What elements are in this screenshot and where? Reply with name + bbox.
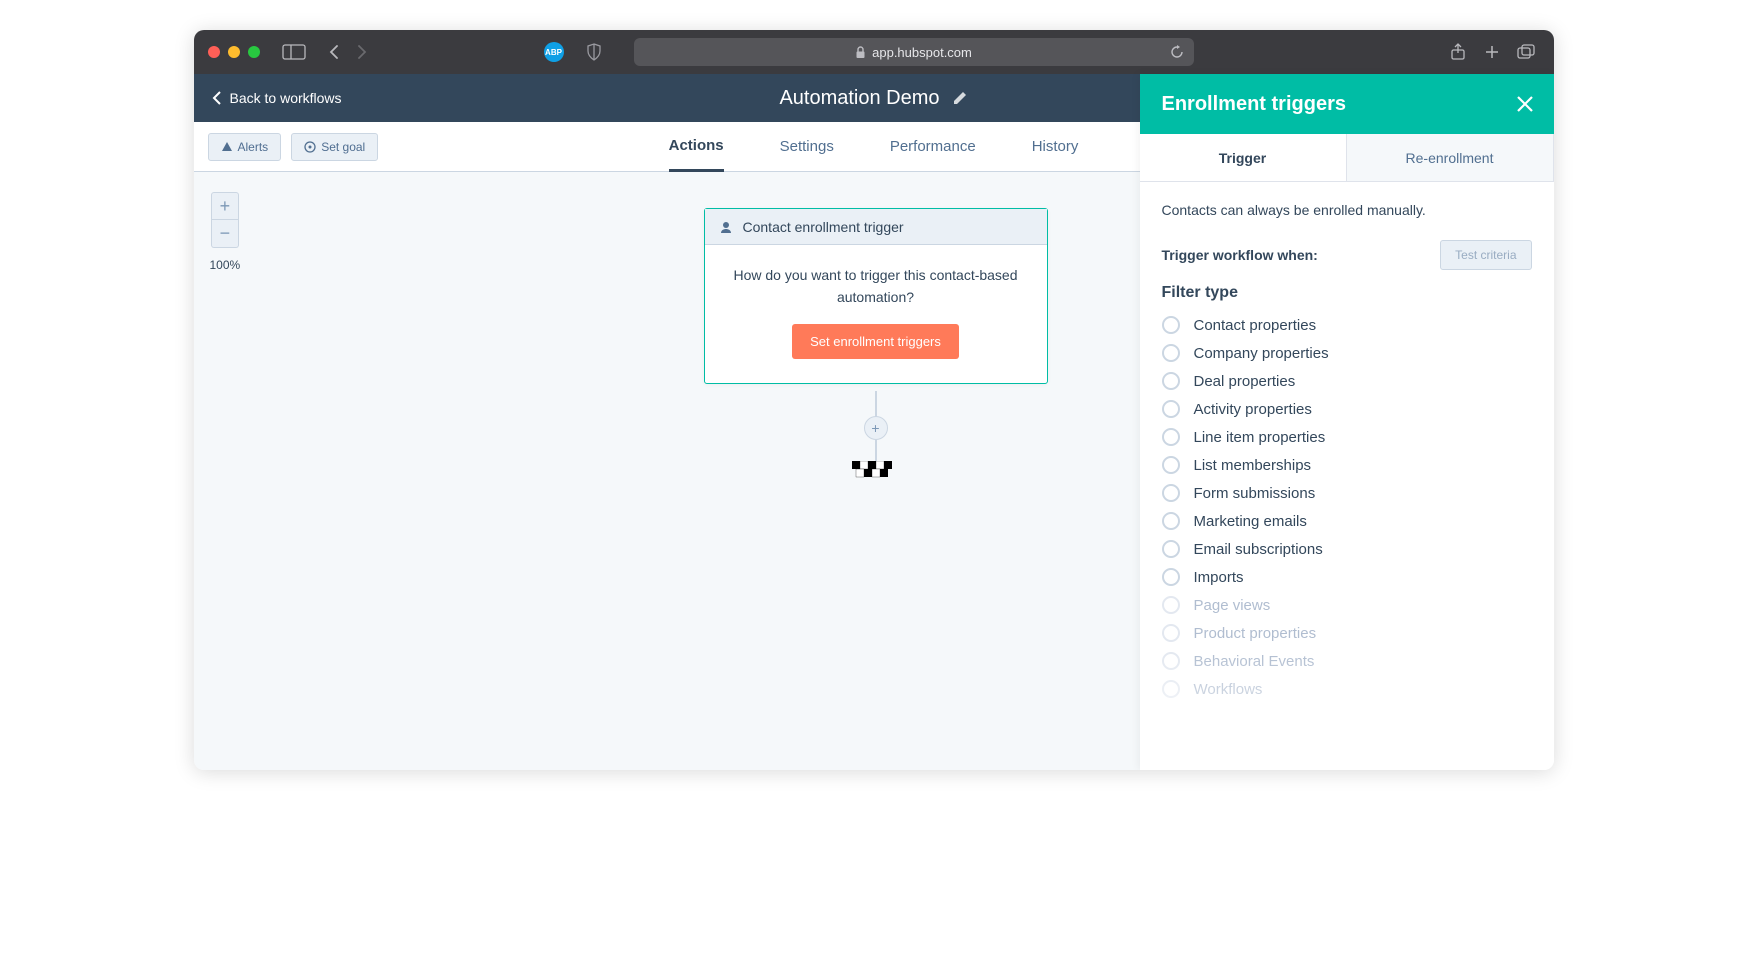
radio-icon [1162, 316, 1180, 334]
back-label: Back to workflows [230, 90, 342, 106]
trigger-card-title: Contact enrollment trigger [743, 219, 904, 235]
close-window-icon[interactable] [208, 46, 220, 58]
back-to-workflows-link[interactable]: Back to workflows [212, 90, 342, 106]
set-goal-label: Set goal [321, 140, 365, 154]
manual-enroll-note: Contacts can always be enrolled manually… [1162, 202, 1532, 218]
contact-icon [719, 220, 733, 234]
filter-option[interactable]: Email subscriptions [1162, 540, 1532, 558]
filter-option-label: Contact properties [1194, 317, 1317, 334]
sidepanel-tabs: Trigger Re-enrollment [1140, 134, 1554, 182]
radio-icon [1162, 624, 1180, 642]
maximize-window-icon[interactable] [248, 46, 260, 58]
tab-performance[interactable]: Performance [890, 122, 976, 172]
radio-icon [1162, 372, 1180, 390]
filter-option[interactable]: Activity properties [1162, 400, 1532, 418]
filter-type-heading: Filter type [1162, 284, 1532, 302]
sidepanel-tab-reenrollment[interactable]: Re-enrollment [1347, 134, 1554, 181]
nav-forward-icon [348, 38, 376, 66]
filter-option-label: Form submissions [1194, 485, 1316, 502]
set-goal-button[interactable]: Set goal [291, 133, 378, 161]
enrollment-trigger-card[interactable]: Contact enrollment trigger How do you wa… [704, 208, 1048, 384]
finish-flag-icon [852, 461, 900, 479]
tab-history[interactable]: History [1032, 122, 1079, 172]
radio-icon [1162, 596, 1180, 614]
radio-icon [1162, 680, 1180, 698]
filter-option-label: Deal properties [1194, 373, 1296, 390]
url-text: app.hubspot.com [872, 45, 972, 60]
filter-option-label: Workflows [1194, 681, 1263, 698]
radio-icon [1162, 568, 1180, 586]
filter-option[interactable]: Deal properties [1162, 372, 1532, 390]
enrollment-triggers-panel: Enrollment triggers Trigger Re-enrollmen… [1140, 74, 1554, 770]
filter-option-label: Product properties [1194, 625, 1317, 642]
trigger-when-label: Trigger workflow when: [1162, 247, 1318, 263]
filter-option[interactable]: Form submissions [1162, 484, 1532, 502]
tab-settings[interactable]: Settings [780, 122, 834, 172]
radio-icon [1162, 540, 1180, 558]
close-panel-icon[interactable] [1516, 95, 1534, 113]
filter-option[interactable]: Imports [1162, 568, 1532, 586]
tabs-overview-icon[interactable] [1512, 38, 1540, 66]
tab-actions[interactable]: Actions [669, 122, 724, 172]
add-action-button[interactable]: + [864, 416, 888, 440]
filter-option-label: Email subscriptions [1194, 541, 1323, 558]
filter-option-label: Line item properties [1194, 429, 1326, 446]
filter-option-label: Activity properties [1194, 401, 1312, 418]
alerts-label: Alerts [238, 140, 269, 154]
filter-option-label: Marketing emails [1194, 513, 1307, 530]
new-tab-icon[interactable] [1478, 38, 1506, 66]
sidepanel-header: Enrollment triggers [1140, 74, 1554, 134]
filter-option[interactable]: Workflows [1162, 680, 1532, 698]
sidebar-toggle[interactable] [282, 44, 306, 60]
filter-option[interactable]: Marketing emails [1162, 512, 1532, 530]
traffic-lights [208, 46, 260, 58]
reload-icon[interactable] [1170, 45, 1184, 59]
sidepanel-title: Enrollment triggers [1162, 93, 1346, 116]
filter-option[interactable]: Product properties [1162, 624, 1532, 642]
privacy-shield-icon[interactable] [580, 38, 608, 66]
trigger-card-header: Contact enrollment trigger [705, 209, 1047, 245]
target-icon [304, 141, 316, 153]
filter-option[interactable]: Line item properties [1162, 428, 1532, 446]
test-criteria-button[interactable]: Test criteria [1440, 240, 1531, 270]
filter-option-label: Imports [1194, 569, 1244, 586]
radio-icon [1162, 484, 1180, 502]
filter-type-list: Contact properties Company properties Deal… [1162, 316, 1532, 698]
radio-icon [1162, 344, 1180, 362]
filter-option[interactable]: Contact properties [1162, 316, 1532, 334]
filter-option[interactable]: Company properties [1162, 344, 1532, 362]
filter-option-label: Behavioral Events [1194, 653, 1315, 670]
sidepanel-tab-trigger[interactable]: Trigger [1140, 134, 1347, 181]
zoom-in-button[interactable]: + [211, 192, 239, 220]
trigger-card-body: How do you want to trigger this contact-… [705, 245, 1047, 383]
trigger-card-question: How do you want to trigger this contact-… [729, 265, 1023, 308]
filter-option-label: Page views [1194, 597, 1271, 614]
alerts-button[interactable]: Alerts [208, 133, 282, 161]
share-icon[interactable] [1444, 38, 1472, 66]
lock-icon [855, 46, 866, 59]
radio-icon [1162, 428, 1180, 446]
filter-option-label: Company properties [1194, 345, 1329, 362]
abp-extension-icon[interactable]: ABP [544, 42, 564, 62]
filter-option[interactable]: Page views [1162, 596, 1532, 614]
minimize-window-icon[interactable] [228, 46, 240, 58]
filter-option[interactable]: List memberships [1162, 456, 1532, 474]
radio-icon [1162, 400, 1180, 418]
browser-chrome: ABP app.hubspot.com [194, 30, 1554, 74]
filter-option[interactable]: Behavioral Events [1162, 652, 1532, 670]
radio-icon [1162, 512, 1180, 530]
address-bar[interactable]: app.hubspot.com [634, 38, 1194, 66]
set-enrollment-triggers-button[interactable]: Set enrollment triggers [792, 324, 959, 359]
alert-icon [221, 141, 233, 153]
zoom-level: 100% [210, 258, 241, 272]
zoom-out-button[interactable]: − [211, 220, 239, 248]
radio-icon [1162, 652, 1180, 670]
zoom-controls: + − 100% [210, 192, 241, 272]
filter-option-label: List memberships [1194, 457, 1312, 474]
radio-icon [1162, 456, 1180, 474]
nav-back-icon[interactable] [320, 38, 348, 66]
browser-window: ABP app.hubspot.com Back to wo [194, 30, 1554, 770]
sidepanel-body: Contacts can always be enrolled manually… [1140, 182, 1554, 770]
chevron-left-icon [212, 91, 222, 105]
